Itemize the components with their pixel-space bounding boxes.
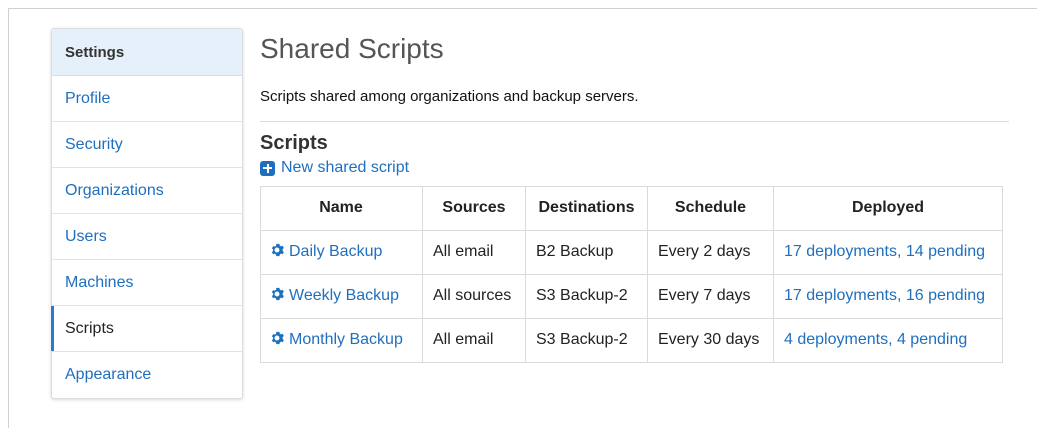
script-name-link[interactable]: Daily Backup [270, 243, 382, 260]
column-header-sources: Sources [422, 185, 526, 231]
plus-square-icon [260, 160, 275, 176]
script-name-cell[interactable]: Daily Backup [260, 229, 423, 275]
script-name-link[interactable]: Weekly Backup [270, 287, 399, 304]
table-header-row: Name Sources Destinations Schedule Deplo… [260, 185, 1003, 231]
frame-border-left [8, 8, 9, 428]
script-name-cell[interactable]: Monthly Backup [260, 317, 423, 363]
gear-icon [271, 287, 284, 301]
destinations-cell: S3 Backup-2 [525, 317, 648, 363]
sidebar-header: Settings [52, 29, 242, 76]
gear-icon [271, 331, 284, 345]
main-content: Shared Scripts Scripts shared among orga… [260, 28, 1010, 363]
page-description: Scripts shared among organizations and b… [260, 88, 639, 105]
deployed-link[interactable]: 17 deployments, 14 pending [773, 229, 1003, 275]
table-row: Daily Backup All email B2 Backup Every 2… [260, 229, 1003, 275]
script-name: Monthly Backup [289, 331, 403, 348]
column-header-deployed: Deployed [773, 185, 1003, 231]
sources-cell: All email [422, 317, 526, 363]
new-shared-script-label: New shared script [281, 159, 410, 176]
schedule-cell: Every 7 days [647, 273, 774, 319]
sidebar-item-appearance[interactable]: Appearance [52, 352, 242, 398]
table-row: Weekly Backup All sources S3 Backup-2 Ev… [260, 273, 1003, 319]
gear-icon [271, 243, 284, 257]
column-header-schedule: Schedule [647, 185, 774, 231]
page-title: Shared Scripts [260, 33, 444, 64]
deployed-link[interactable]: 4 deployments, 4 pending [773, 317, 1003, 363]
script-name-cell[interactable]: Weekly Backup [260, 273, 423, 319]
settings-sidebar: Settings Profile Security Organizations … [51, 28, 243, 399]
script-name-link[interactable]: Monthly Backup [270, 331, 403, 348]
section-title: Scripts [260, 132, 328, 154]
destinations-cell: S3 Backup-2 [525, 273, 648, 319]
frame-border-top [8, 8, 1037, 9]
destinations-cell: B2 Backup [525, 229, 648, 275]
column-header-name: Name [260, 185, 423, 231]
deployed-link[interactable]: 17 deployments, 16 pending [773, 273, 1003, 319]
schedule-cell: Every 30 days [647, 317, 774, 363]
sources-cell: All sources [422, 273, 526, 319]
sidebar-item-scripts[interactable]: Scripts [51, 306, 242, 352]
sidebar-item-profile[interactable]: Profile [52, 76, 242, 122]
new-shared-script-link[interactable]: New shared script [260, 158, 409, 178]
sidebar-item-users[interactable]: Users [52, 214, 242, 260]
schedule-cell: Every 2 days [647, 229, 774, 275]
sidebar-item-machines[interactable]: Machines [52, 260, 242, 306]
scripts-table: Name Sources Destinations Schedule Deplo… [260, 185, 1003, 363]
table-row: Monthly Backup All email S3 Backup-2 Eve… [260, 317, 1003, 363]
column-header-destinations: Destinations [525, 185, 648, 231]
sources-cell: All email [422, 229, 526, 275]
divider [260, 121, 1009, 122]
script-name: Weekly Backup [289, 287, 399, 304]
script-name: Daily Backup [289, 243, 383, 260]
sidebar-item-security[interactable]: Security [52, 122, 242, 168]
sidebar-item-organizations[interactable]: Organizations [52, 168, 242, 214]
